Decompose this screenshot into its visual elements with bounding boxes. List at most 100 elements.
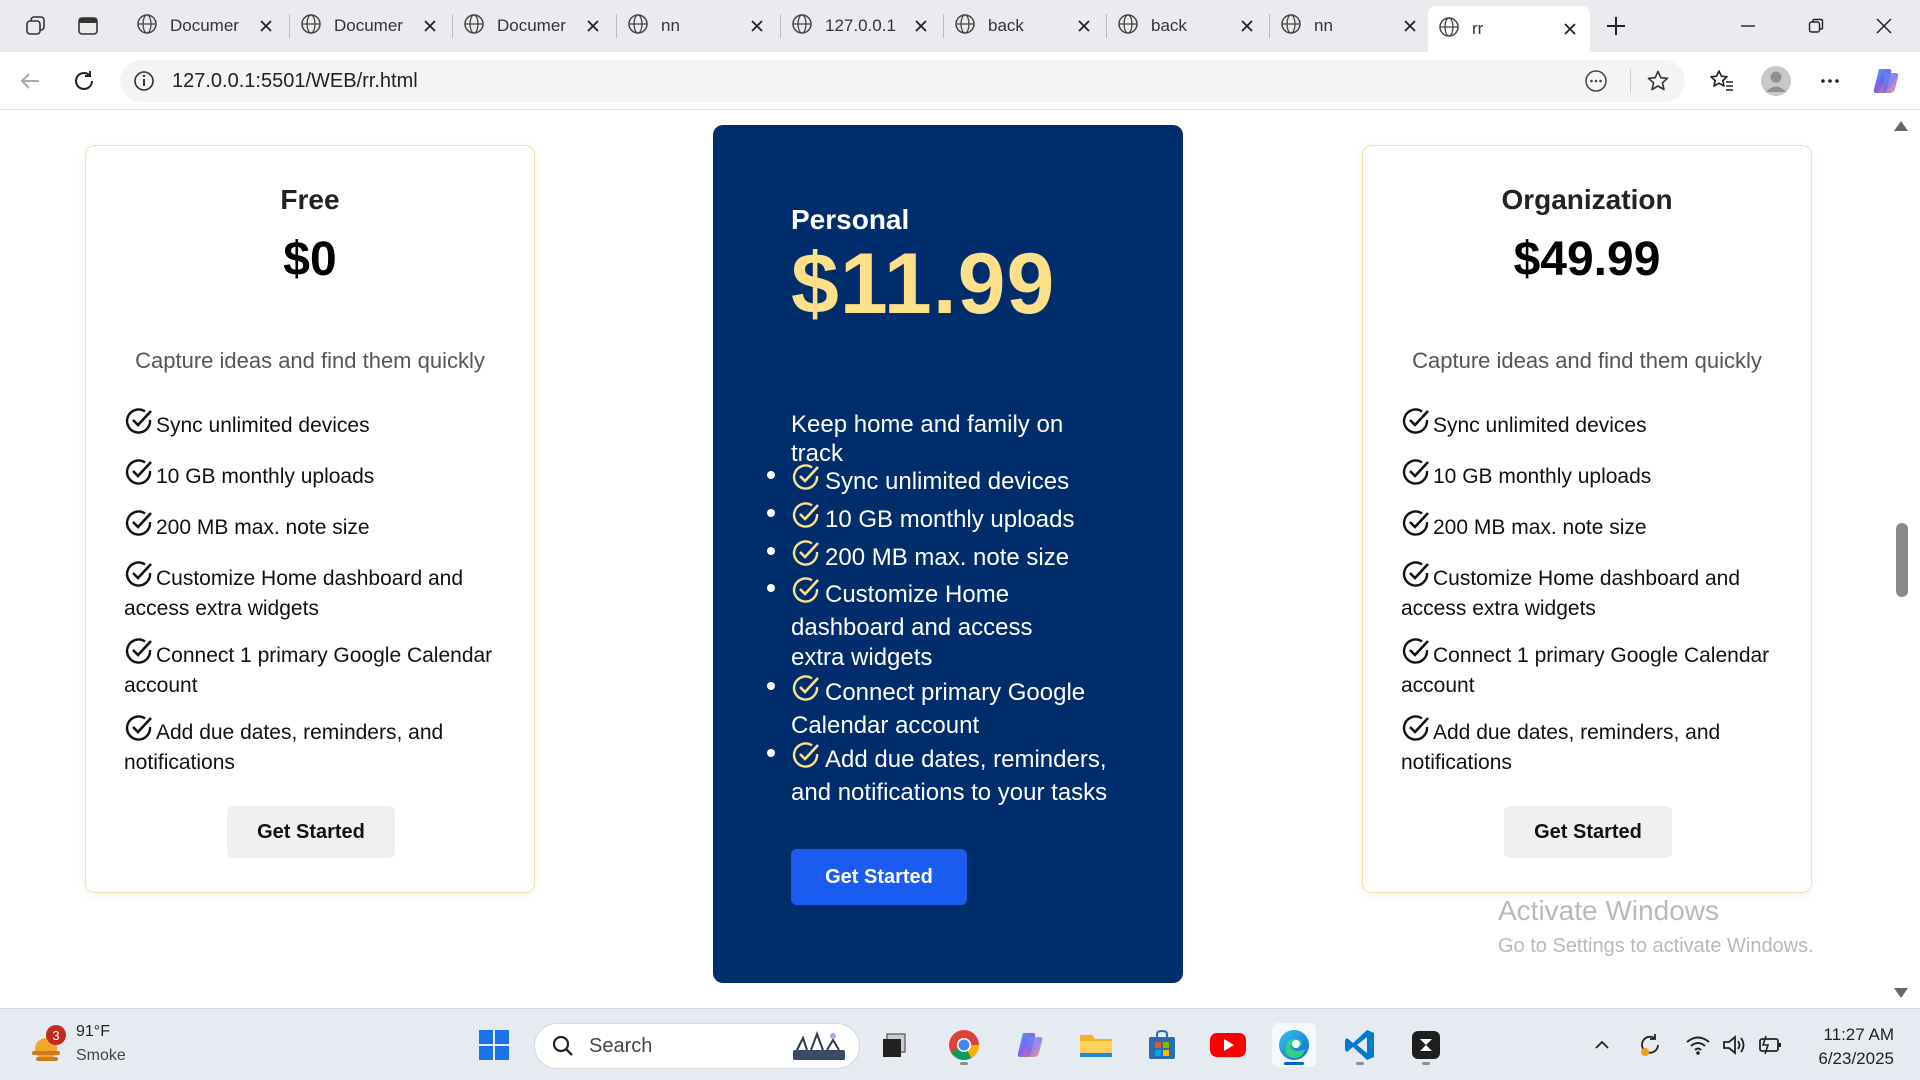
check-circle-icon <box>791 740 823 778</box>
minimize-icon[interactable] <box>1726 8 1770 44</box>
close-window-icon[interactable] <box>1862 8 1906 44</box>
browser-tab[interactable]: back <box>1107 6 1267 46</box>
wifi-icon[interactable] <box>1684 1031 1712 1059</box>
close-tab-icon[interactable] <box>911 16 931 36</box>
globe-icon <box>1438 16 1460 43</box>
feature-item: 10 GB monthly uploads <box>767 500 1121 538</box>
show-hidden-icons-chevron-icon[interactable] <box>1588 1031 1616 1059</box>
browser-tab[interactable]: Documer <box>290 6 450 46</box>
bullet-dot <box>767 471 775 479</box>
restore-icon[interactable] <box>1794 8 1838 44</box>
running-indicator <box>960 1062 968 1065</box>
close-tab-icon[interactable] <box>583 16 603 36</box>
back-arrow-icon[interactable] <box>12 63 48 99</box>
plan-name: Free <box>280 184 340 215</box>
get-started-button[interactable]: Get Started <box>227 806 395 858</box>
weather-temperature[interactable]: 91°F <box>76 1023 110 1041</box>
favorite-star-icon[interactable] <box>1644 67 1672 95</box>
clock-time[interactable]: 11:27 AM <box>1823 1025 1894 1045</box>
feature-item: Add due dates, reminders, and notificati… <box>1401 713 1781 776</box>
globe-icon <box>1117 13 1139 40</box>
more-options-icon[interactable] <box>1812 63 1848 99</box>
windows-start-icon[interactable] <box>472 1023 516 1067</box>
feature-text: Connect 1 primary Google Calendar accoun… <box>1401 644 1770 697</box>
close-tab-icon[interactable] <box>1560 19 1580 39</box>
copilot-app-icon[interactable] <box>1008 1023 1052 1067</box>
globe-icon <box>1280 13 1302 40</box>
url-text[interactable]: 127.0.0.1:5501/WEB/rr.html <box>172 70 418 93</box>
feature-text: Add due dates, reminders, and notificati… <box>124 721 444 774</box>
feature-text: Add due dates, reminders, and notificati… <box>791 746 1108 806</box>
weather-description[interactable]: Smoke <box>76 1047 126 1065</box>
address-bar[interactable]: 127.0.0.1:5501/WEB/rr.html <box>120 60 1685 102</box>
task-view-icon[interactable] <box>872 1023 916 1067</box>
browser-tab[interactable]: 127.0.0.1 <box>781 6 941 46</box>
feature-item: Customize Home dashboard and access extr… <box>1401 559 1781 622</box>
globe-icon <box>627 13 649 40</box>
plan-price: $49.99 <box>1513 233 1661 286</box>
new-tab-icon[interactable] <box>1600 10 1632 42</box>
tab-title: nn <box>661 16 680 35</box>
microsoft-store-icon[interactable] <box>1140 1023 1184 1067</box>
app-icon[interactable] <box>1404 1023 1448 1067</box>
close-tab-icon[interactable] <box>420 16 440 36</box>
browser-tab[interactable]: Documer <box>453 6 613 46</box>
copilot-icon[interactable] <box>1868 63 1904 99</box>
weather-widget[interactable]: 3 <box>26 1025 66 1065</box>
workspaces-icon[interactable] <box>20 10 52 42</box>
browser-tab-active[interactable]: rr <box>1428 6 1590 52</box>
get-started-button[interactable]: Get Started <box>1504 806 1672 858</box>
clock-date[interactable]: 6/23/2025 <box>1818 1049 1894 1069</box>
browser-tab[interactable]: nn <box>1270 6 1430 46</box>
refresh-icon[interactable] <box>66 63 102 99</box>
battery-icon[interactable] <box>1756 1031 1784 1059</box>
feature-item: 200 MB max. note size <box>767 538 1121 576</box>
feature-item: 200 MB max. note size <box>1401 508 1781 545</box>
close-tab-icon[interactable] <box>1237 16 1257 36</box>
browser-tab[interactable]: nn <box>617 6 777 46</box>
page-scrollbar[interactable] <box>1884 111 1920 1006</box>
favorites-icon[interactable] <box>1704 63 1740 99</box>
tab-title: back <box>988 16 1024 35</box>
tab-actions-icon[interactable] <box>72 10 104 42</box>
feature-item: Sync unlimited devices <box>124 406 504 443</box>
reader-options-icon[interactable] <box>1582 67 1610 95</box>
plan-card-organization: Organization $49.99 Capture ideas and fi… <box>1362 145 1812 893</box>
youtube-icon[interactable] <box>1206 1023 1250 1067</box>
feature-text: 10 GB monthly uploads <box>825 506 1075 533</box>
check-circle-icon <box>124 559 154 596</box>
scrollbar-thumb[interactable] <box>1896 523 1908 597</box>
site-info-icon[interactable] <box>132 69 156 93</box>
browser-tab[interactable]: Documer <box>126 6 286 46</box>
feature-text: Customize Home dashboard and access extr… <box>124 567 464 620</box>
file-explorer-icon[interactable] <box>1074 1023 1118 1067</box>
globe-icon <box>300 13 322 40</box>
search-highlight-icon <box>789 1030 849 1069</box>
profile-avatar[interactable] <box>1758 63 1794 99</box>
get-started-button[interactable]: Get Started <box>791 849 967 905</box>
windows-taskbar: 3 91°F Smoke Search 11:27 AM 6/23/2025 <box>0 1008 1920 1080</box>
vscode-icon[interactable] <box>1338 1023 1382 1067</box>
close-tab-icon[interactable] <box>1400 16 1420 36</box>
plan-name: Organization <box>1501 184 1673 215</box>
plan-card-personal: Personal $11.99 Keep home and family on … <box>713 125 1183 983</box>
close-tab-icon[interactable] <box>747 16 767 36</box>
feature-text: Sync unlimited devices <box>156 414 370 437</box>
close-tab-icon[interactable] <box>1074 16 1094 36</box>
taskbar-search-box[interactable]: Search <box>534 1023 860 1069</box>
plan-description: Capture ideas and find them quickly <box>135 348 485 373</box>
check-circle-icon <box>1401 713 1431 750</box>
feature-item: Sync unlimited devices <box>767 462 1121 500</box>
edge-browser-icon[interactable] <box>1272 1023 1316 1067</box>
sync-icon[interactable] <box>1636 1031 1664 1059</box>
feature-item: Customize Home dashboard and access extr… <box>767 575 1081 673</box>
check-circle-icon <box>791 538 823 576</box>
globe-icon <box>791 13 813 40</box>
close-tab-icon[interactable] <box>256 16 276 36</box>
scroll-down-arrow-icon[interactable] <box>1894 988 1908 998</box>
scroll-up-arrow-icon[interactable] <box>1894 121 1908 131</box>
volume-icon[interactable] <box>1720 1031 1748 1059</box>
chrome-icon[interactable] <box>942 1023 986 1067</box>
browser-tab[interactable]: back <box>944 6 1104 46</box>
tab-title: Documer <box>497 16 566 35</box>
